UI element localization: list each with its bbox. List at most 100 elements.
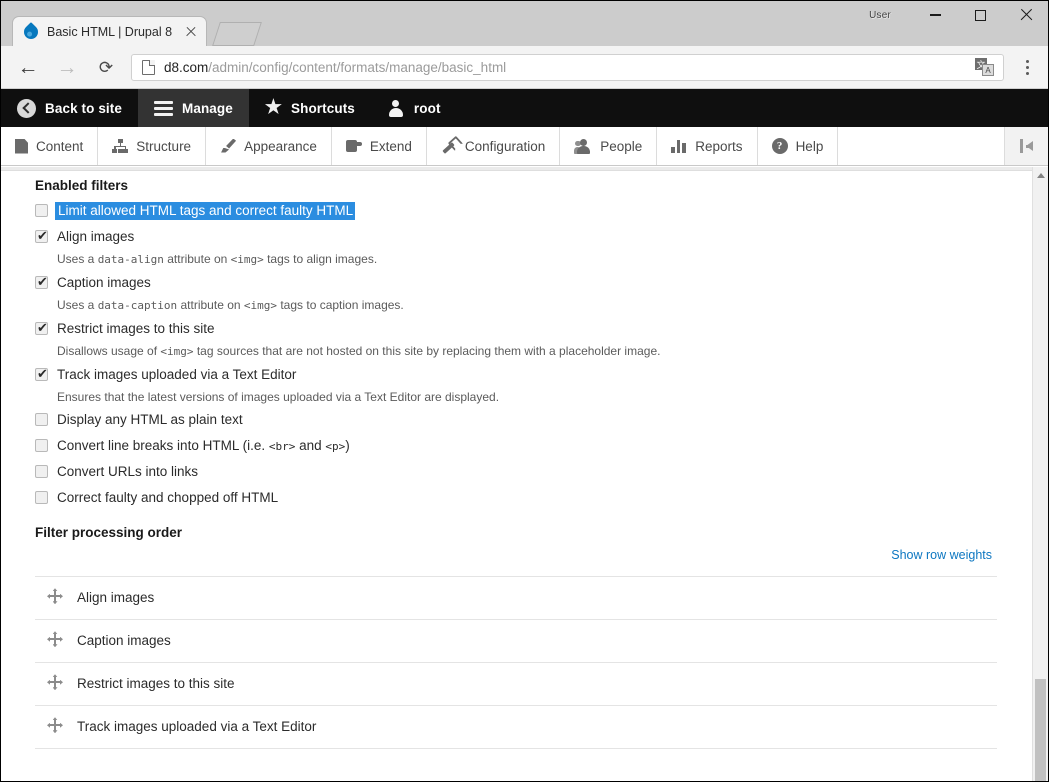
menu-item-content[interactable]: Content — [1, 127, 98, 165]
chrome-menu-icon[interactable] — [1012, 50, 1042, 84]
table-row[interactable]: Caption images — [35, 619, 997, 662]
collapse-toolbar-button[interactable] — [1005, 127, 1048, 165]
show-row-weights-container: Show row weights — [35, 546, 1012, 564]
menu-item-label: Structure — [136, 139, 191, 154]
table-row[interactable]: Restrict images to this site — [35, 662, 997, 705]
filter-checkbox-restrict-images[interactable] — [35, 322, 48, 335]
filter-order-heading: Filter processing order — [35, 525, 1012, 540]
page-viewport: Back to site Manage ★ Shortcuts root Con… — [1, 89, 1048, 781]
close-tab-icon[interactable] — [182, 23, 200, 41]
person-icon — [387, 100, 405, 117]
filter-description: Ensures that the latest versions of imag… — [57, 389, 1012, 405]
menu-item-reports[interactable]: Reports — [657, 127, 757, 165]
window-user-label: User — [869, 10, 891, 21]
drag-handle-icon[interactable] — [47, 631, 63, 647]
code-img-tag: <img> — [231, 253, 264, 266]
back-icon[interactable]: ← — [11, 50, 45, 84]
toolbar-tab-manage[interactable]: Manage — [138, 89, 249, 127]
filter-row: Caption images Uses a data-caption attri… — [35, 271, 1012, 314]
configuration-icon — [441, 138, 457, 154]
menu-item-structure[interactable]: Structure — [98, 127, 206, 165]
filter-label[interactable]: Correct faulty and chopped off HTML — [57, 490, 278, 505]
menu-item-label: Help — [796, 139, 824, 154]
menu-item-help[interactable]: ? Help — [758, 127, 839, 165]
code-img-tag: <img> — [160, 345, 193, 358]
drag-handle-icon[interactable] — [47, 717, 63, 733]
filter-checkbox-convert-line-breaks[interactable] — [35, 439, 48, 452]
menu-item-extend[interactable]: Extend — [332, 127, 427, 165]
toolbar-tab-user[interactable]: root — [371, 89, 457, 127]
table-row[interactable]: Align images — [35, 576, 997, 619]
reload-icon[interactable]: ⟳ — [89, 50, 123, 84]
filter-checkbox-convert-urls[interactable] — [35, 465, 48, 478]
forward-icon[interactable]: → — [50, 50, 84, 84]
back-circle-icon — [17, 99, 36, 118]
order-row-label: Align images — [77, 576, 997, 619]
order-row-label: Caption images — [77, 619, 997, 662]
minimize-button[interactable] — [913, 1, 958, 29]
menu-item-label: Extend — [370, 139, 412, 154]
filter-checkbox-correct-faulty-html[interactable] — [35, 491, 48, 504]
title-bar: Basic HTML | Drupal 8 User — [1, 1, 1048, 46]
filter-label[interactable]: Track images uploaded via a Text Editor — [57, 367, 296, 382]
page-scrollbar[interactable] — [1032, 167, 1048, 781]
filter-label[interactable]: Limit allowed HTML tags and correct faul… — [55, 202, 355, 220]
scroll-up-icon[interactable] — [1033, 167, 1048, 184]
menu-item-configuration[interactable]: Configuration — [427, 127, 560, 165]
translate-icon-secondary: A — [982, 64, 994, 76]
toolbar-tab-label: Shortcuts — [291, 101, 355, 116]
address-bar[interactable]: d8.com/admin/config/content/formats/mana… — [131, 54, 1004, 81]
code-br-tag: <br> — [269, 440, 296, 453]
filter-label[interactable]: Display any HTML as plain text — [57, 412, 243, 427]
toolbar-tab-shortcuts[interactable]: ★ Shortcuts — [249, 89, 371, 127]
filter-row: Limit allowed HTML tags and correct faul… — [35, 199, 1012, 222]
code-p-tag: <p> — [325, 440, 345, 453]
filter-checkbox-align-images[interactable] — [35, 230, 48, 243]
browser-tab[interactable]: Basic HTML | Drupal 8 — [12, 16, 207, 46]
url-text: d8.com/admin/config/content/formats/mana… — [164, 60, 975, 75]
filter-label[interactable]: Convert line breaks into HTML (i.e. <br>… — [57, 438, 350, 453]
filter-description: Uses a data-align attribute on <img> tag… — [57, 251, 1012, 268]
filter-description: Disallows usage of <img> tag sources tha… — [57, 343, 1012, 360]
menu-item-people[interactable]: People — [560, 127, 657, 165]
code-data-align: data-align — [98, 253, 164, 266]
translate-icon[interactable]: 文 A — [975, 57, 995, 77]
new-tab-button[interactable] — [212, 22, 262, 46]
hamburger-icon — [154, 101, 173, 116]
close-window-button[interactable] — [1003, 1, 1048, 29]
toolbar-tab-label: Back to site — [45, 101, 122, 116]
filter-checkbox-display-plain-text[interactable] — [35, 413, 48, 426]
menu-item-label: People — [600, 139, 642, 154]
content-icon — [15, 139, 28, 154]
menu-item-label: Content — [36, 139, 83, 154]
drag-handle-icon[interactable] — [47, 674, 63, 690]
filter-checkbox-caption-images[interactable] — [35, 276, 48, 289]
filter-label[interactable]: Restrict images to this site — [57, 321, 215, 336]
filter-checkbox-track-images[interactable] — [35, 368, 48, 381]
filter-label[interactable]: Align images — [57, 229, 134, 244]
scrollbar-thumb[interactable] — [1035, 679, 1046, 781]
maximize-button[interactable] — [958, 1, 1003, 29]
filter-label[interactable]: Caption images — [57, 275, 151, 290]
menu-item-appearance[interactable]: Appearance — [206, 127, 332, 165]
drupal-admin-toolbar: Back to site Manage ★ Shortcuts root — [1, 89, 1048, 127]
filter-checkbox-limit-allowed-html-tags[interactable] — [35, 204, 48, 217]
toolbar-tab-label: root — [414, 101, 441, 116]
drupal-admin-menu: Content Structure Appearance Extend Conf… — [1, 127, 1048, 166]
window-controls: User — [869, 1, 1048, 46]
show-row-weights-link[interactable]: Show row weights — [891, 548, 992, 562]
url-path: /admin/config/content/formats/manage/bas… — [208, 60, 506, 75]
appearance-icon — [220, 139, 236, 154]
order-row-label: Restrict images to this site — [77, 662, 997, 705]
filter-row: Convert line breaks into HTML (i.e. <br>… — [35, 434, 1012, 457]
drag-handle-icon[interactable] — [47, 588, 63, 604]
filter-row: Convert URLs into links — [35, 460, 1012, 483]
drupal-droplet-icon — [23, 24, 39, 40]
table-row[interactable]: Track images uploaded via a Text Editor — [35, 705, 997, 748]
document-icon — [142, 60, 155, 75]
tab-title: Basic HTML | Drupal 8 — [47, 25, 182, 39]
filter-label[interactable]: Convert URLs into links — [57, 464, 198, 479]
extend-icon — [346, 139, 362, 153]
filter-order-table: Align images Caption images Restrict ima… — [35, 576, 997, 749]
toolbar-tab-back-to-site[interactable]: Back to site — [1, 89, 138, 127]
